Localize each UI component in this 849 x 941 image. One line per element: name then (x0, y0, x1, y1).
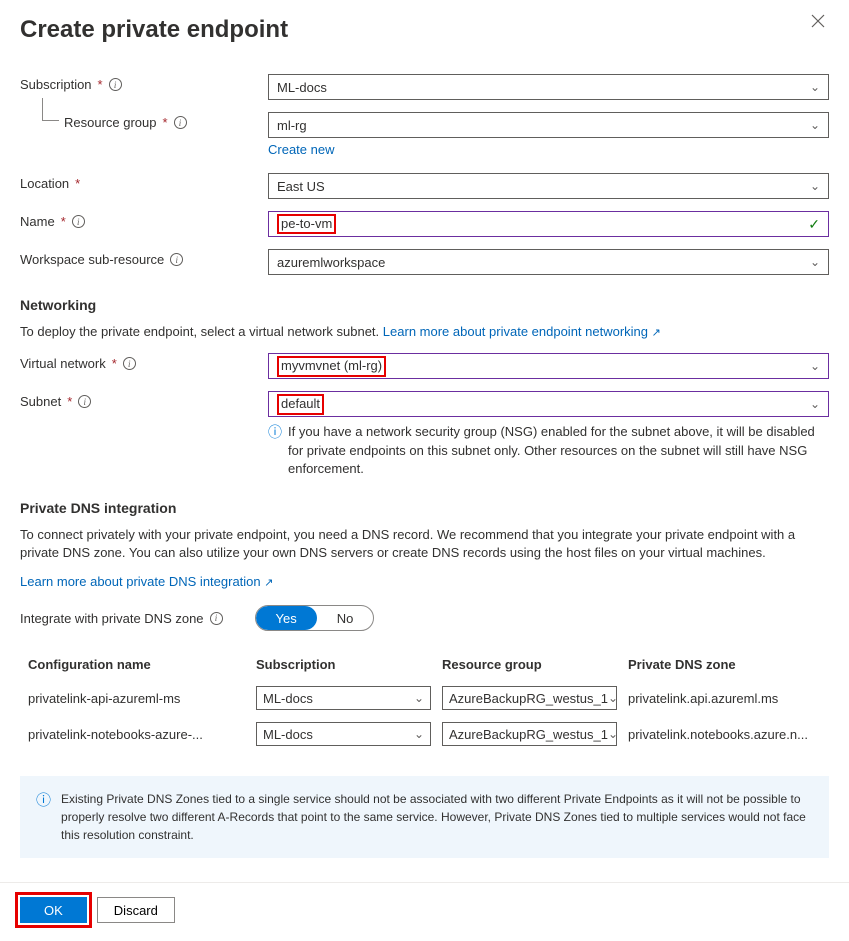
info-icon[interactable]: i (109, 78, 122, 91)
dns-warning-box: ⓘ Existing Private DNS Zones tied to a s… (20, 776, 829, 858)
subscription-value: ML-docs (277, 80, 327, 95)
networking-heading: Networking (20, 297, 829, 313)
chevron-down-icon: ⌄ (810, 255, 820, 269)
row-rg-select[interactable]: AzureBackupRG_westus_1⌄ (442, 686, 617, 710)
virtual-network-value: myvmvnet (ml-rg) (277, 356, 386, 377)
check-icon: ✓ (808, 216, 820, 233)
info-icon[interactable]: i (210, 612, 223, 625)
col-zone: Private DNS zone (628, 657, 829, 672)
chevron-down-icon: ⌄ (810, 359, 820, 373)
name-label: Name (20, 214, 55, 229)
required-indicator: * (112, 356, 117, 371)
toggle-no[interactable]: No (317, 606, 374, 630)
subscription-select[interactable]: ML-docs ⌄ (268, 74, 829, 100)
nsg-info-text: If you have a network security group (NS… (288, 423, 829, 478)
chevron-down-icon: ⌄ (608, 727, 618, 741)
integrate-dns-toggle[interactable]: Yes No (255, 605, 375, 631)
chevron-down-icon: ⌄ (414, 691, 424, 705)
dns-warning-text: Existing Private DNS Zones tied to a sin… (61, 790, 813, 844)
cell-zone: privatelink.api.azureml.ms (628, 691, 829, 706)
location-value: East US (277, 179, 325, 194)
name-value: pe-to-vm (277, 214, 336, 235)
row-rg-value: AzureBackupRG_westus_1 (449, 691, 608, 706)
col-rg: Resource group (442, 657, 628, 672)
ok-button[interactable]: OK (20, 897, 87, 923)
learn-dns-link[interactable]: Learn more about private DNS integration… (20, 574, 273, 589)
required-indicator: * (61, 214, 66, 229)
sub-resource-select[interactable]: azuremlworkspace ⌄ (268, 249, 829, 275)
table-row: privatelink-api-azureml-ms ML-docs ⌄ Azur… (20, 680, 829, 716)
col-config: Configuration name (20, 657, 256, 672)
external-link-icon: ↗ (652, 327, 661, 339)
toggle-yes[interactable]: Yes (256, 606, 317, 630)
location-label: Location (20, 176, 69, 191)
subnet-value: default (277, 394, 324, 415)
resource-group-label: Resource group (64, 115, 157, 130)
chevron-down-icon: ⌄ (810, 397, 820, 411)
cell-config: privatelink-api-azureml-ms (20, 691, 256, 706)
networking-desc-text: To deploy the private endpoint, select a… (20, 324, 379, 339)
learn-pe-link[interactable]: Learn more about private endpoint networ… (383, 324, 661, 339)
chevron-down-icon: ⌄ (810, 118, 820, 132)
create-new-link[interactable]: Create new (268, 142, 334, 157)
row-sub-value: ML-docs (263, 691, 313, 706)
resource-group-value: ml-rg (277, 118, 307, 133)
dns-config-table: Configuration name Subscription Resource… (20, 649, 829, 752)
chevron-down-icon: ⌄ (810, 179, 820, 193)
required-indicator: * (163, 115, 168, 130)
chevron-down-icon: ⌄ (608, 691, 618, 705)
cell-config: privatelink-notebooks-azure-... (20, 727, 256, 742)
info-icon: ⓘ (36, 790, 51, 844)
integrate-dns-label: Integrate with private DNS zone (20, 611, 204, 626)
virtual-network-select[interactable]: myvmvnet (ml-rg) ⌄ (268, 353, 829, 379)
required-indicator: * (67, 394, 72, 409)
info-icon[interactable]: i (78, 395, 91, 408)
subscription-label: Subscription (20, 77, 92, 92)
learn-dns-text: Learn more about private DNS integration (20, 574, 261, 589)
external-link-icon: ↗ (264, 577, 273, 589)
resource-group-select[interactable]: ml-rg ⌄ (268, 112, 829, 138)
required-indicator: * (75, 176, 80, 191)
info-icon[interactable]: i (72, 215, 85, 228)
info-icon[interactable]: i (170, 253, 183, 266)
col-sub: Subscription (256, 657, 442, 672)
info-icon[interactable]: i (123, 357, 136, 370)
sub-resource-label: Workspace sub-resource (20, 252, 164, 267)
virtual-network-label: Virtual network (20, 356, 106, 371)
info-icon: ⓘ (268, 423, 282, 478)
required-indicator: * (98, 77, 103, 92)
chevron-down-icon: ⌄ (414, 727, 424, 741)
subnet-select[interactable]: default ⌄ (268, 391, 829, 417)
nsg-info: ⓘ If you have a network security group (… (268, 423, 829, 478)
cell-zone: privatelink.notebooks.azure.n... (628, 727, 829, 742)
sub-resource-value: azuremlworkspace (277, 255, 385, 270)
row-sub-select[interactable]: ML-docs ⌄ (256, 686, 431, 710)
row-sub-select[interactable]: ML-docs ⌄ (256, 722, 431, 746)
discard-button[interactable]: Discard (97, 897, 175, 923)
chevron-down-icon: ⌄ (810, 80, 820, 94)
info-icon[interactable]: i (174, 116, 187, 129)
name-input[interactable]: pe-to-vm ✓ (268, 211, 829, 237)
subnet-label: Subnet (20, 394, 61, 409)
networking-desc: To deploy the private endpoint, select a… (20, 323, 829, 341)
table-row: privatelink-notebooks-azure-... ML-docs ⌄… (20, 716, 829, 752)
row-rg-select[interactable]: AzureBackupRG_westus_1⌄ (442, 722, 617, 746)
dns-heading: Private DNS integration (20, 500, 829, 516)
row-sub-value: ML-docs (263, 727, 313, 742)
panel-title: Create private endpoint (20, 16, 288, 44)
location-select[interactable]: East US ⌄ (268, 173, 829, 199)
close-icon[interactable] (807, 10, 829, 37)
dns-desc: To connect privately with your private e… (20, 526, 829, 562)
row-rg-value: AzureBackupRG_westus_1 (449, 727, 608, 742)
learn-pe-text: Learn more about private endpoint networ… (383, 324, 648, 339)
